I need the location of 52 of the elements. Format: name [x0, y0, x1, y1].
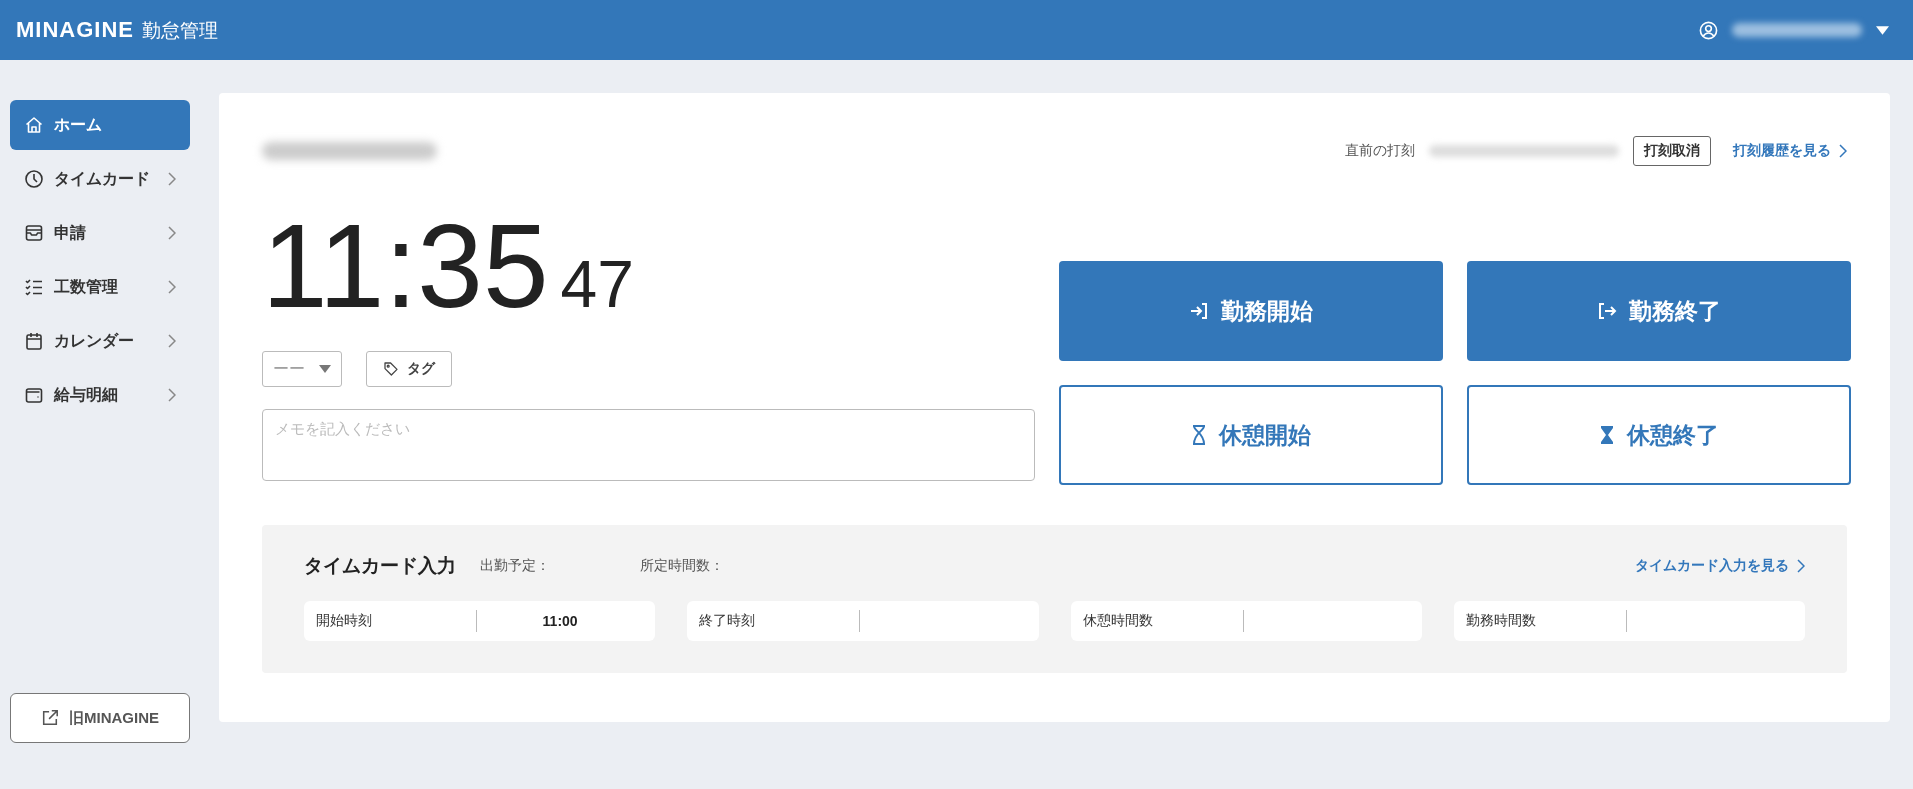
punch-history-link[interactable]: 打刻履歴を見る — [1733, 142, 1847, 160]
chevron-icon — [1797, 559, 1805, 573]
hourglass-icon — [1599, 425, 1615, 445]
sidebar-item[interactable]: ホーム — [10, 100, 190, 150]
external-link-icon — [41, 709, 59, 727]
dropdown-icon — [319, 365, 331, 373]
chevron-icon — [168, 226, 176, 240]
clock-icon — [24, 169, 44, 189]
chevron-icon — [168, 388, 176, 402]
action-button[interactable]: 休憩終了 — [1467, 385, 1851, 485]
memo-field[interactable]: メモを記入ください — [262, 409, 1035, 481]
field-value: 11:00 — [542, 613, 578, 629]
cancel-punch-button[interactable]: 打刻取消 — [1633, 136, 1711, 166]
home-icon — [24, 115, 44, 135]
sign-out-icon — [1597, 301, 1617, 321]
sign-in-icon — [1189, 301, 1209, 321]
old-version-button[interactable]: 旧MINAGINE — [10, 693, 190, 743]
chevron-icon — [1839, 144, 1847, 158]
hours-label: 所定時間数： — [640, 557, 725, 575]
wallet-icon — [24, 385, 44, 405]
chevron-icon — [168, 334, 176, 348]
logo[interactable]: MINAGINE — [16, 16, 134, 43]
dropdown-icon[interactable] — [1876, 25, 1889, 35]
clock-seconds: 47 — [560, 246, 634, 322]
field-label: 終了時刻 — [699, 612, 757, 630]
section-title: タイムカード入力 — [304, 554, 456, 578]
chevron-icon — [168, 172, 176, 186]
sidebar-item[interactable]: カレンダー — [10, 316, 190, 366]
user-icon[interactable] — [1699, 20, 1718, 40]
tray-icon — [24, 223, 44, 243]
tag-button[interactable]: タグ — [366, 351, 452, 387]
field-label: 開始時刻 — [316, 612, 373, 630]
status-select[interactable]: ーー — [262, 351, 342, 387]
action-button[interactable]: 勤務開始 — [1059, 261, 1443, 361]
action-button[interactable]: 休憩開始 — [1059, 385, 1443, 485]
tag-icon — [383, 361, 399, 377]
sidebar-item[interactable]: 工数管理 — [10, 262, 190, 312]
chevron-icon — [168, 280, 176, 294]
last-punch-label: 直前の打刻 — [1345, 142, 1415, 160]
field-label: 休憩時間数 — [1082, 612, 1154, 630]
sidebar-item[interactable]: タイムカード — [10, 154, 190, 204]
sidebar-item[interactable]: 給与明細 — [10, 370, 190, 420]
clock-time: 11:35 — [262, 201, 549, 331]
hourglass-icon — [1191, 425, 1207, 445]
scheduled-label: 出勤予定： — [480, 557, 551, 575]
sidebar-item[interactable]: 申請 — [10, 208, 190, 258]
action-button[interactable]: 勤務終了 — [1467, 261, 1851, 361]
app-name: 勤怠管理 — [142, 18, 218, 43]
timecard-link[interactable]: タイムカード入力を見る — [1635, 557, 1805, 575]
checklist-icon — [24, 277, 44, 297]
calendar-icon — [24, 331, 44, 351]
field-label: 勤務時間数 — [1465, 612, 1537, 630]
